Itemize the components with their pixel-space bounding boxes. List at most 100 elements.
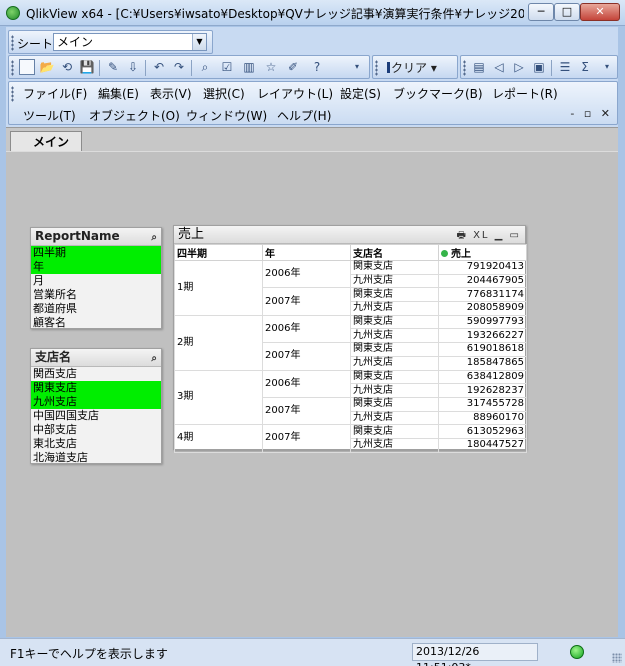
edit-script-icon[interactable]: ✎ bbox=[105, 59, 121, 75]
cell-branch[interactable]: 関東支店 bbox=[350, 396, 439, 412]
reload-icon[interactable]: ⟲ bbox=[59, 59, 75, 75]
search-icon[interactable]: ⌕ bbox=[197, 59, 213, 75]
sheet-select[interactable]: メイン ▼ bbox=[53, 33, 207, 51]
list-item[interactable]: 関東支店 bbox=[31, 381, 161, 395]
menu-select[interactable]: 選択(C) bbox=[203, 85, 245, 102]
menu-settings[interactable]: 設定(S) bbox=[340, 85, 381, 102]
cell-branch[interactable]: 九州支店 bbox=[350, 383, 439, 398]
sum-icon[interactable]: Σ bbox=[577, 59, 593, 75]
toolbar-grip-icon[interactable] bbox=[11, 86, 14, 102]
list-icon[interactable]: ☰ bbox=[557, 59, 573, 75]
reload-data-icon[interactable]: ⇩ bbox=[125, 59, 141, 75]
column-header-branch[interactable]: 支店名 bbox=[350, 244, 439, 261]
column-header-sales[interactable]: 売上 bbox=[438, 244, 527, 261]
chart-caption[interactable]: 売上 🖶 XL ▁ ▭ bbox=[174, 226, 525, 244]
cell-quarter[interactable]: 4期 bbox=[174, 424, 263, 453]
menu-edit[interactable]: 編集(E) bbox=[98, 85, 139, 102]
maximize-button[interactable]: □ bbox=[554, 3, 580, 21]
mdi-window-controls[interactable]: - ▫ ✕ bbox=[570, 107, 613, 120]
design-toolbar: ▤ ◁ ▷ ▣ ☰ Σ ▾ bbox=[460, 55, 618, 79]
cell-year[interactable]: 2007年 bbox=[262, 287, 351, 316]
toolbar-grip-icon[interactable] bbox=[375, 60, 378, 76]
search-icon[interactable]: ⌕ bbox=[151, 229, 157, 246]
menu-report[interactable]: レポート(R) bbox=[492, 85, 558, 102]
menu-window[interactable]: ウィンドウ(W) bbox=[186, 107, 267, 124]
menu-object[interactable]: オブジェクト(O) bbox=[89, 107, 180, 124]
list-item[interactable]: 関西支店 bbox=[31, 367, 161, 381]
resize-grip-icon[interactable] bbox=[612, 653, 622, 663]
cell-quarter[interactable]: 3期 bbox=[174, 369, 263, 426]
status-timestamp: 2013/12/26 11:51:03* bbox=[412, 643, 538, 666]
cell-branch[interactable]: 九州支店 bbox=[350, 410, 439, 426]
toolbar-overflow-icon[interactable]: ▾ bbox=[349, 59, 365, 75]
search-icon[interactable]: ⌕ bbox=[151, 350, 157, 367]
menu-tools[interactable]: ツール(T) bbox=[23, 107, 76, 124]
cell-year[interactable]: 2006年 bbox=[262, 369, 351, 398]
edit-icon[interactable]: ✐ bbox=[285, 59, 301, 75]
save-icon[interactable]: 💾 bbox=[79, 59, 95, 75]
cell-year[interactable]: 2006年 bbox=[262, 259, 351, 289]
sheet-forward-icon[interactable]: ▷ bbox=[511, 59, 527, 75]
listbox-caption[interactable]: 支店名 ⌕ bbox=[31, 349, 161, 367]
cell-quarter[interactable]: 2期 bbox=[174, 314, 263, 371]
menu-layout[interactable]: レイアウト(L) bbox=[257, 85, 333, 102]
cell-branch[interactable]: 関東支店 bbox=[350, 342, 439, 357]
list-item[interactable]: 営業所名 bbox=[31, 288, 161, 302]
toolbar-grip-icon[interactable] bbox=[11, 60, 14, 76]
list-item[interactable]: 北海道支店 bbox=[31, 451, 161, 465]
list-item[interactable]: 東北支店 bbox=[31, 437, 161, 451]
cell-year[interactable]: 2007年 bbox=[262, 396, 351, 426]
new-document-icon[interactable] bbox=[19, 59, 35, 75]
redo-icon[interactable]: ↷ bbox=[171, 59, 187, 75]
cell-year[interactable]: 2007年 bbox=[262, 342, 351, 371]
tab-main[interactable]: メイン bbox=[10, 131, 82, 152]
favorite-star-icon[interactable]: ☆ bbox=[263, 59, 279, 75]
menu-help[interactable]: ヘルプ(H) bbox=[277, 107, 331, 124]
minimize-button[interactable]: ─ bbox=[528, 3, 554, 21]
cell-branch[interactable]: 九州支店 bbox=[350, 301, 439, 316]
listbox-caption[interactable]: ReportName ⌕ bbox=[31, 228, 161, 246]
chevron-down-icon[interactable]: ▼ bbox=[192, 34, 206, 50]
close-button[interactable]: ✕ bbox=[580, 3, 620, 21]
cell-branch[interactable]: 九州支店 bbox=[350, 437, 439, 453]
menu-view[interactable]: 表示(V) bbox=[150, 85, 192, 102]
new-chart-icon[interactable]: ▥ bbox=[241, 59, 257, 75]
sheet-properties-icon[interactable]: ▣ bbox=[531, 59, 547, 75]
column-header-year[interactable]: 年 bbox=[262, 244, 351, 261]
toolbar-grip-icon[interactable] bbox=[11, 35, 14, 51]
cell-branch[interactable]: 九州支店 bbox=[350, 328, 439, 344]
open-folder-icon[interactable]: 📂 bbox=[39, 59, 55, 75]
chart-caption-buttons[interactable]: 🖶 XL ▁ ▭ bbox=[456, 227, 521, 244]
cell-branch[interactable]: 関東支店 bbox=[350, 287, 439, 303]
qlikview-app-icon[interactable] bbox=[6, 6, 20, 20]
list-item[interactable]: 九州支店 bbox=[31, 395, 161, 409]
toolbar-grip-icon[interactable] bbox=[463, 60, 466, 76]
list-item[interactable]: 年 bbox=[31, 260, 161, 274]
column-header-quarter[interactable]: 四半期 bbox=[174, 244, 263, 261]
sheet-back-icon[interactable]: ◁ bbox=[491, 59, 507, 75]
cell-quarter[interactable]: 1期 bbox=[174, 260, 263, 316]
cell-branch[interactable]: 関東支店 bbox=[350, 260, 439, 275]
list-item[interactable]: 中部支店 bbox=[31, 423, 161, 437]
cell-branch[interactable]: 関東支店 bbox=[350, 369, 439, 385]
cell-branch[interactable]: 九州支店 bbox=[350, 273, 439, 289]
help-icon[interactable]: ? bbox=[309, 59, 325, 75]
clear-button[interactable]: クリア ▾ bbox=[387, 59, 437, 76]
cell-branch[interactable]: 関東支店 bbox=[350, 314, 439, 330]
list-item[interactable]: 月 bbox=[31, 274, 161, 288]
cell-branch[interactable]: 関東支店 bbox=[350, 424, 439, 439]
menu-file[interactable]: ファイル(F) bbox=[23, 85, 87, 102]
cell-branch[interactable]: 九州支店 bbox=[350, 355, 439, 371]
menu-bookmark[interactable]: ブックマーク(B) bbox=[393, 85, 483, 102]
cell-year[interactable]: 2007年 bbox=[262, 424, 351, 453]
sheet-area: ReportName ⌕ 四半期年月営業所名 都道府県 顧客名 支店名 ⌕ 関西支店… bbox=[6, 151, 618, 637]
toolbar-overflow-icon[interactable]: ▾ bbox=[599, 59, 615, 75]
undo-icon[interactable]: ↶ bbox=[151, 59, 167, 75]
new-sheet-icon[interactable]: ▤ bbox=[471, 59, 487, 75]
list-item[interactable]: 顧客名 bbox=[31, 316, 161, 330]
cell-year[interactable]: 2006年 bbox=[262, 314, 351, 344]
list-item[interactable]: 四半期 bbox=[31, 246, 161, 260]
select-fields-icon[interactable]: ☑ bbox=[219, 59, 235, 75]
list-item[interactable]: 中国四国支店 bbox=[31, 409, 161, 423]
list-item[interactable]: 都道府県 bbox=[31, 302, 161, 316]
